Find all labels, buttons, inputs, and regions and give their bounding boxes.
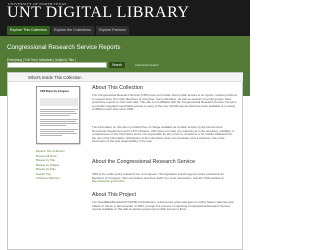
site-header: UNIVERSITY OF NORTH TEXAS UNT DIGITAL LI…	[0, 0, 250, 36]
search-input[interactable]	[7, 62, 107, 68]
sidebar-link[interactable]: Collection Partners	[36, 176, 80, 181]
about-collection-disclaimer: The information on this site is provided…	[92, 125, 235, 144]
search-bar: Everything | Full Text | Metadata | Subj…	[7, 57, 243, 68]
thumbnail-text-line	[40, 109, 78, 110]
tab-explore-this-collection[interactable]: Explore This Collection	[7, 26, 50, 35]
main-nav: Explore This Collection Explore the Coll…	[0, 24, 250, 36]
thumbnail-text-line	[40, 113, 77, 114]
thumbnail-text-line	[40, 115, 70, 116]
tab-explore-partners[interactable]: Explore Partners	[96, 26, 129, 35]
collection-sidebar: Explore This Collection Browse All Items…	[36, 149, 80, 181]
advanced-search-link[interactable]: Advanced Search	[135, 63, 159, 67]
collection-thumbnail[interactable]: CRS Report for Congress	[36, 86, 80, 144]
thumbnail-header-block	[40, 98, 78, 106]
crs-website-link[interactable]: http://www.loc.gov/crsinfo	[92, 179, 125, 183]
search-button[interactable]: Search	[109, 62, 126, 68]
content-heading: What's Inside This Collection	[28, 75, 82, 80]
about-collection-text: The Congressional Research Service (CRS)…	[92, 93, 237, 112]
thumbnail-text-line	[40, 121, 76, 122]
thumbnail-text-line	[40, 119, 78, 120]
about-crs-text: CRS is the public policy research arm of…	[92, 172, 237, 184]
section-heading-about-project: About This Project	[92, 192, 136, 198]
thumbnail-text-line	[40, 111, 75, 112]
content-panel: What's Inside This Collection CRS Report…	[7, 72, 243, 250]
tab-explore-the-collections[interactable]: Explore the Collections	[51, 26, 94, 35]
thumbnail-text-line	[40, 131, 74, 132]
content-header: What's Inside This Collection	[8, 73, 243, 82]
thumbnail-text-line	[40, 135, 62, 136]
thumbnail-text-line	[40, 123, 78, 124]
thumbnail-text-line	[40, 133, 77, 134]
section-heading-about-collection: About This Collection	[92, 85, 143, 91]
thumbnail-title: CRS Report for Congress	[40, 90, 69, 93]
collection-title: Congressional Research Service Reports	[7, 44, 121, 51]
thumbnail-text-line	[40, 129, 78, 130]
section-heading-about-crs: About the Congressional Research Service	[92, 159, 196, 165]
site-logo[interactable]: UNT DIGITAL LIBRARY	[7, 5, 189, 21]
thumbnail-text-line	[40, 125, 66, 126]
about-project-text: The NewsBank/Readex/UNT/HTML/LA/Collecti…	[92, 200, 234, 212]
